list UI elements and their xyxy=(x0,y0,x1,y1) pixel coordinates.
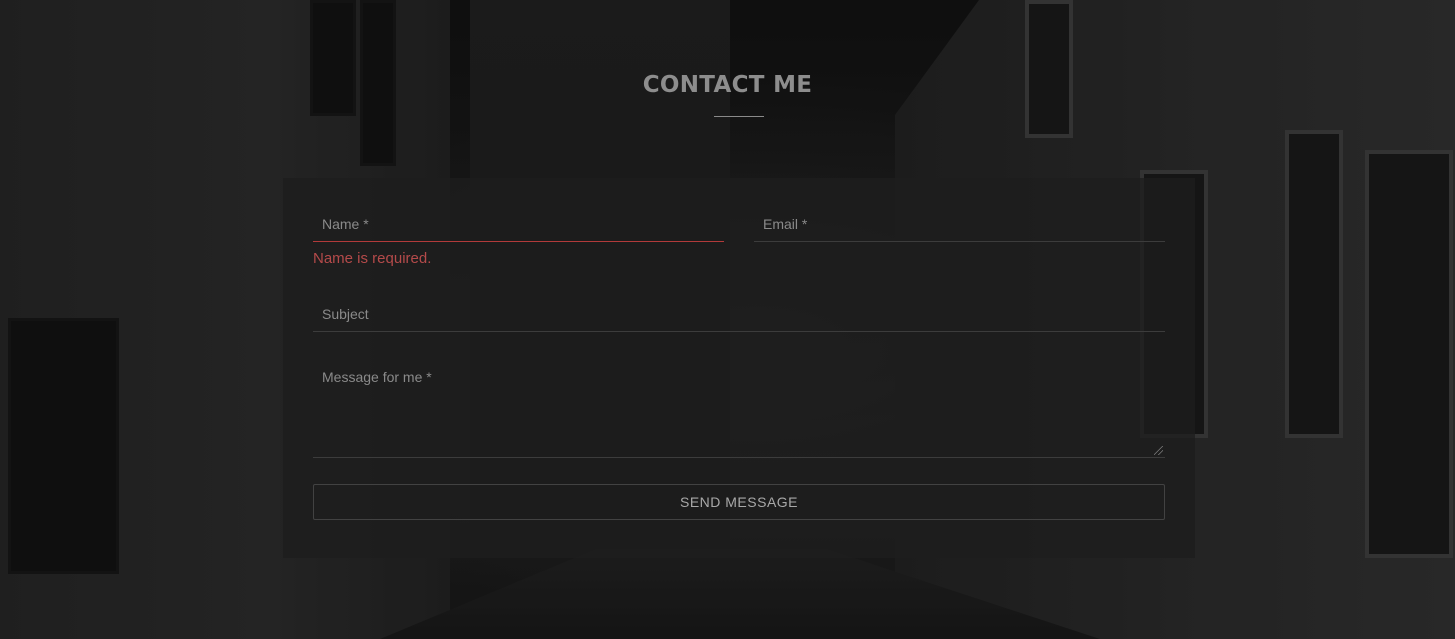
name-error-message: Name is required. xyxy=(313,250,432,267)
name-field[interactable]: Name * xyxy=(313,178,724,242)
send-message-button[interactable]: SEND MESSAGE xyxy=(313,484,1165,520)
title-divider xyxy=(714,116,764,117)
name-field-underline xyxy=(313,241,724,242)
email-field-label: Email * xyxy=(763,216,808,232)
email-field-underline xyxy=(754,241,1165,242)
subject-field-label: Subject xyxy=(322,306,369,322)
resize-handle-icon[interactable] xyxy=(1154,446,1163,455)
contact-form: Name * Email * Name is required. Subject… xyxy=(283,178,1195,558)
page-title: CONTACT ME xyxy=(642,72,813,98)
subject-field[interactable]: Subject xyxy=(313,268,1165,332)
message-textarea[interactable]: Message for me * xyxy=(313,348,1165,458)
message-field-underline xyxy=(313,457,1165,458)
message-field-label: Message for me * xyxy=(322,369,432,385)
email-field[interactable]: Email * xyxy=(754,178,1165,242)
name-field-label: Name * xyxy=(322,216,369,232)
subject-field-underline xyxy=(313,331,1165,332)
